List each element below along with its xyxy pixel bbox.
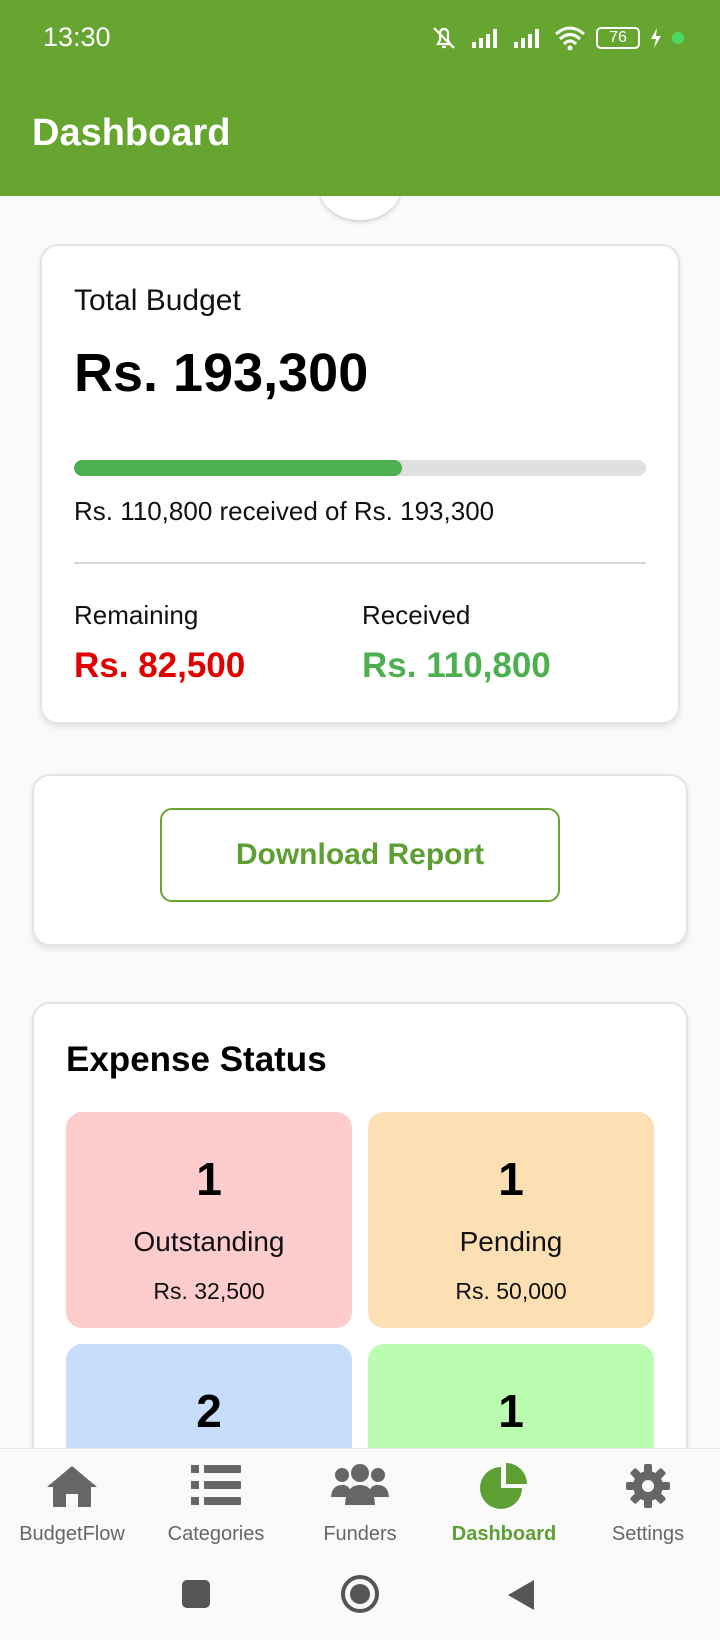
signal-icon [472,29,497,48]
bottom-navigation: BudgetFlow Categories Funders Dashboard … [0,1448,720,1560]
budget-progress-text: Rs. 110,800 received of Rs. 193,300 [74,496,495,526]
list-icon [191,1465,241,1505]
home-button-icon[interactable] [340,1574,380,1614]
expense-tile-pending[interactable]: 1 Pending Rs. 50,000 [368,1112,654,1328]
tile-count: 1 [498,1385,524,1437]
budget-progress-bar [74,460,646,476]
received-label: Received [362,600,471,630]
budget-summary-card: Total Budget Rs. 193,300 Rs. 110,800 rec… [40,244,680,724]
privacy-dot [672,32,684,44]
expense-status-card: Expense Status 1 Outstanding Rs. 32,500 … [32,1002,688,1448]
home-icon [47,1466,97,1507]
nav-item-funders[interactable]: Funders [288,1449,432,1561]
tile-label: Outstanding [133,1226,285,1257]
people-icon [331,1464,389,1505]
expense-tile-4[interactable]: 1 [368,1344,654,1448]
dashboard-content[interactable]: Total Budget Rs. 193,300 Rs. 110,800 rec… [0,196,720,1448]
download-report-button[interactable]: Download Report [160,808,560,902]
tile-count: 1 [196,1153,222,1205]
tile-amount: Rs. 32,500 [153,1278,265,1304]
nav-label: Funders [323,1523,397,1545]
budget-progress-fill [74,460,402,476]
tile-label: Pending [459,1226,563,1257]
nav-label: Dashboard [451,1523,557,1545]
mute-icon [433,27,455,49]
expense-tile-outstanding[interactable]: 1 Outstanding Rs. 32,500 [66,1112,352,1328]
nav-label: Settings [611,1523,685,1545]
total-budget-amount: Rs. 193,300 [74,343,369,403]
nav-item-dashboard[interactable]: Dashboard [432,1449,576,1561]
report-card: Download Report [32,774,688,946]
tile-amount: Rs. 50,000 [455,1278,567,1304]
nav-item-budgetflow[interactable]: BudgetFlow [0,1449,144,1561]
recents-button-icon[interactable] [180,1578,212,1610]
refresh-indicator [319,196,401,220]
received-value: Rs. 110,800 [362,646,551,685]
remaining-value: Rs. 82,500 [74,646,246,685]
nav-label: BudgetFlow [19,1523,125,1545]
tile-count: 1 [498,1153,524,1205]
charging-icon [651,28,661,48]
system-navigation-bar [0,1560,720,1640]
page-title: Dashboard [32,112,231,154]
pie-chart-icon [480,1463,527,1509]
signal-icon [514,29,539,48]
tile-count: 2 [196,1385,222,1437]
expense-tile-3[interactable]: 2 [66,1344,352,1448]
gear-icon [626,1464,670,1508]
expense-status-title: Expense Status [66,1040,327,1079]
status-icons: 76 [428,24,684,52]
back-button-icon[interactable] [506,1578,538,1612]
battery-indicator: 76 [596,27,640,49]
app-bar: 13:30 76 Dashboard [0,0,720,196]
divider [74,562,646,564]
status-time: 13:30 [43,22,111,52]
app-root: 13:30 76 Dashboard Total Budget Rs. 193,… [0,0,720,1640]
nav-item-categories[interactable]: Categories [144,1449,288,1561]
total-budget-label: Total Budget [74,284,241,317]
nav-item-settings[interactable]: Settings [576,1449,720,1561]
wifi-icon [555,26,585,51]
nav-label: Categories [167,1523,265,1545]
remaining-label: Remaining [74,600,199,630]
